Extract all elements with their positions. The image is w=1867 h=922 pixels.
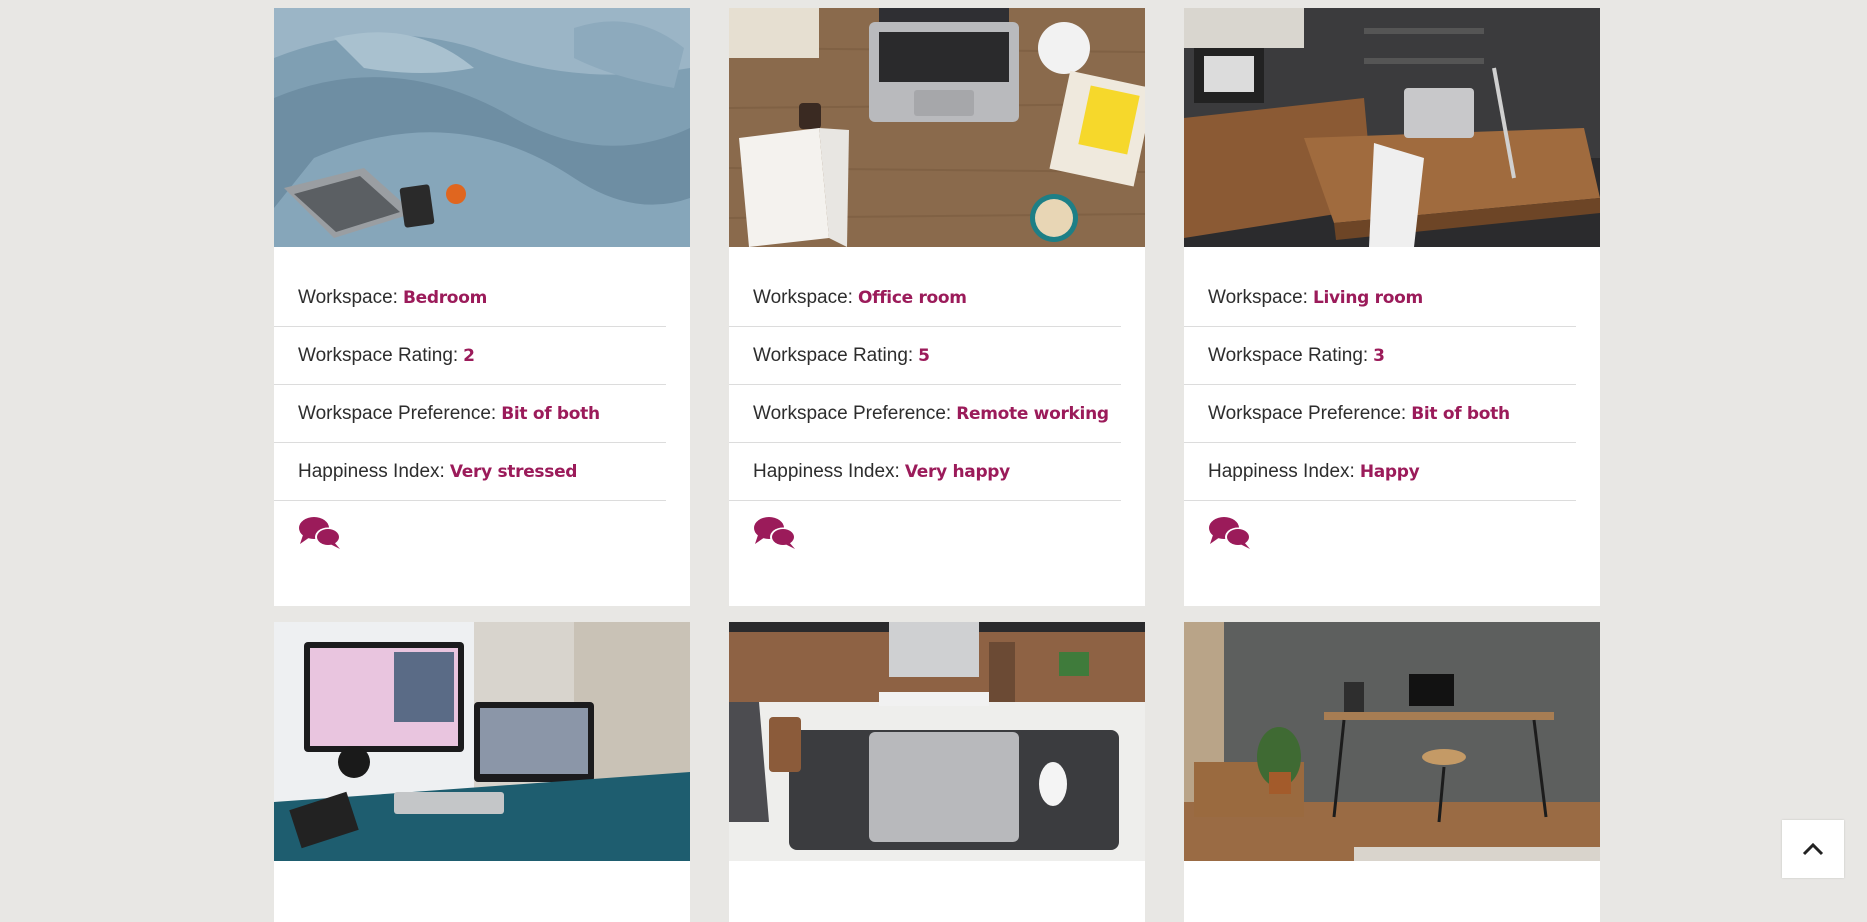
happiness-row: Happiness Index: Very stressed bbox=[274, 443, 666, 501]
workspace-label: Workspace: bbox=[753, 286, 853, 308]
comments-button[interactable] bbox=[729, 501, 1145, 555]
chevron-up-icon bbox=[1802, 842, 1824, 856]
rating-row: Workspace Rating: 5 bbox=[729, 327, 1121, 385]
workspace-photo[interactable] bbox=[1184, 8, 1600, 247]
preference-value: Remote working bbox=[956, 403, 1109, 424]
rating-label: Workspace Rating: bbox=[298, 344, 459, 366]
workspace-card: Workspace: Office room Workspace Rating:… bbox=[729, 8, 1145, 606]
workspace-details: Workspace: Office room Workspace Rating:… bbox=[729, 247, 1145, 501]
workspace-details: Workspace: Bedroom Workspace Rating: 2 W… bbox=[274, 247, 690, 501]
rating-value: 2 bbox=[463, 345, 475, 366]
workspace-label: Workspace: bbox=[298, 286, 398, 308]
workspace-card: Workspace: Living room Workspace Rating:… bbox=[1184, 8, 1600, 606]
comments-button[interactable] bbox=[274, 501, 690, 555]
happiness-label: Happiness Index: bbox=[753, 460, 900, 482]
preference-row: Workspace Preference: Bit of both bbox=[274, 385, 666, 443]
rating-label: Workspace Rating: bbox=[753, 344, 914, 366]
workspace-card: Workspace: Bedroom Workspace Rating: 2 W… bbox=[274, 8, 690, 606]
happiness-label: Happiness Index: bbox=[1208, 460, 1355, 482]
workspace-photo[interactable] bbox=[729, 622, 1145, 861]
rating-row: Workspace Rating: 2 bbox=[274, 327, 666, 385]
workspace-card bbox=[274, 622, 690, 922]
workspace-row: Workspace: Bedroom bbox=[274, 269, 666, 327]
preference-label: Workspace Preference: bbox=[298, 402, 497, 424]
workspace-grid: Workspace: Bedroom Workspace Rating: 2 W… bbox=[274, 8, 1600, 922]
happiness-row: Happiness Index: Very happy bbox=[729, 443, 1121, 501]
workspace-photo[interactable] bbox=[1184, 622, 1600, 861]
happiness-label: Happiness Index: bbox=[298, 460, 445, 482]
preference-label: Workspace Preference: bbox=[753, 402, 952, 424]
comments-icon bbox=[299, 517, 341, 549]
happiness-value: Very happy bbox=[904, 461, 1010, 482]
workspace-photo[interactable] bbox=[729, 8, 1145, 247]
workspace-value: Living room bbox=[1312, 287, 1423, 308]
comments-icon bbox=[1209, 517, 1251, 549]
comments-button[interactable] bbox=[1184, 501, 1600, 555]
workspace-value: Office room bbox=[857, 287, 967, 308]
workspace-photo[interactable] bbox=[274, 8, 690, 247]
preference-value: Bit of both bbox=[501, 403, 600, 424]
happiness-value: Very stressed bbox=[449, 461, 578, 482]
rating-label: Workspace Rating: bbox=[1208, 344, 1369, 366]
workspace-photo[interactable] bbox=[274, 622, 690, 861]
workspace-label: Workspace: bbox=[1208, 286, 1308, 308]
rating-value: 3 bbox=[1373, 345, 1385, 366]
rating-value: 5 bbox=[918, 345, 930, 366]
happiness-row: Happiness Index: Happy bbox=[1184, 443, 1576, 501]
preference-label: Workspace Preference: bbox=[1208, 402, 1407, 424]
workspace-value: Bedroom bbox=[402, 287, 487, 308]
workspace-row: Workspace: Office room bbox=[729, 269, 1121, 327]
preference-value: Bit of both bbox=[1411, 403, 1510, 424]
back-to-top-button[interactable] bbox=[1782, 820, 1844, 878]
happiness-value: Happy bbox=[1359, 461, 1420, 482]
workspace-row: Workspace: Living room bbox=[1184, 269, 1576, 327]
workspace-details: Workspace: Living room Workspace Rating:… bbox=[1184, 247, 1600, 501]
workspace-card bbox=[729, 622, 1145, 922]
rating-row: Workspace Rating: 3 bbox=[1184, 327, 1576, 385]
workspace-card bbox=[1184, 622, 1600, 922]
preference-row: Workspace Preference: Bit of both bbox=[1184, 385, 1576, 443]
preference-row: Workspace Preference: Remote working bbox=[729, 385, 1121, 443]
comments-icon bbox=[754, 517, 796, 549]
